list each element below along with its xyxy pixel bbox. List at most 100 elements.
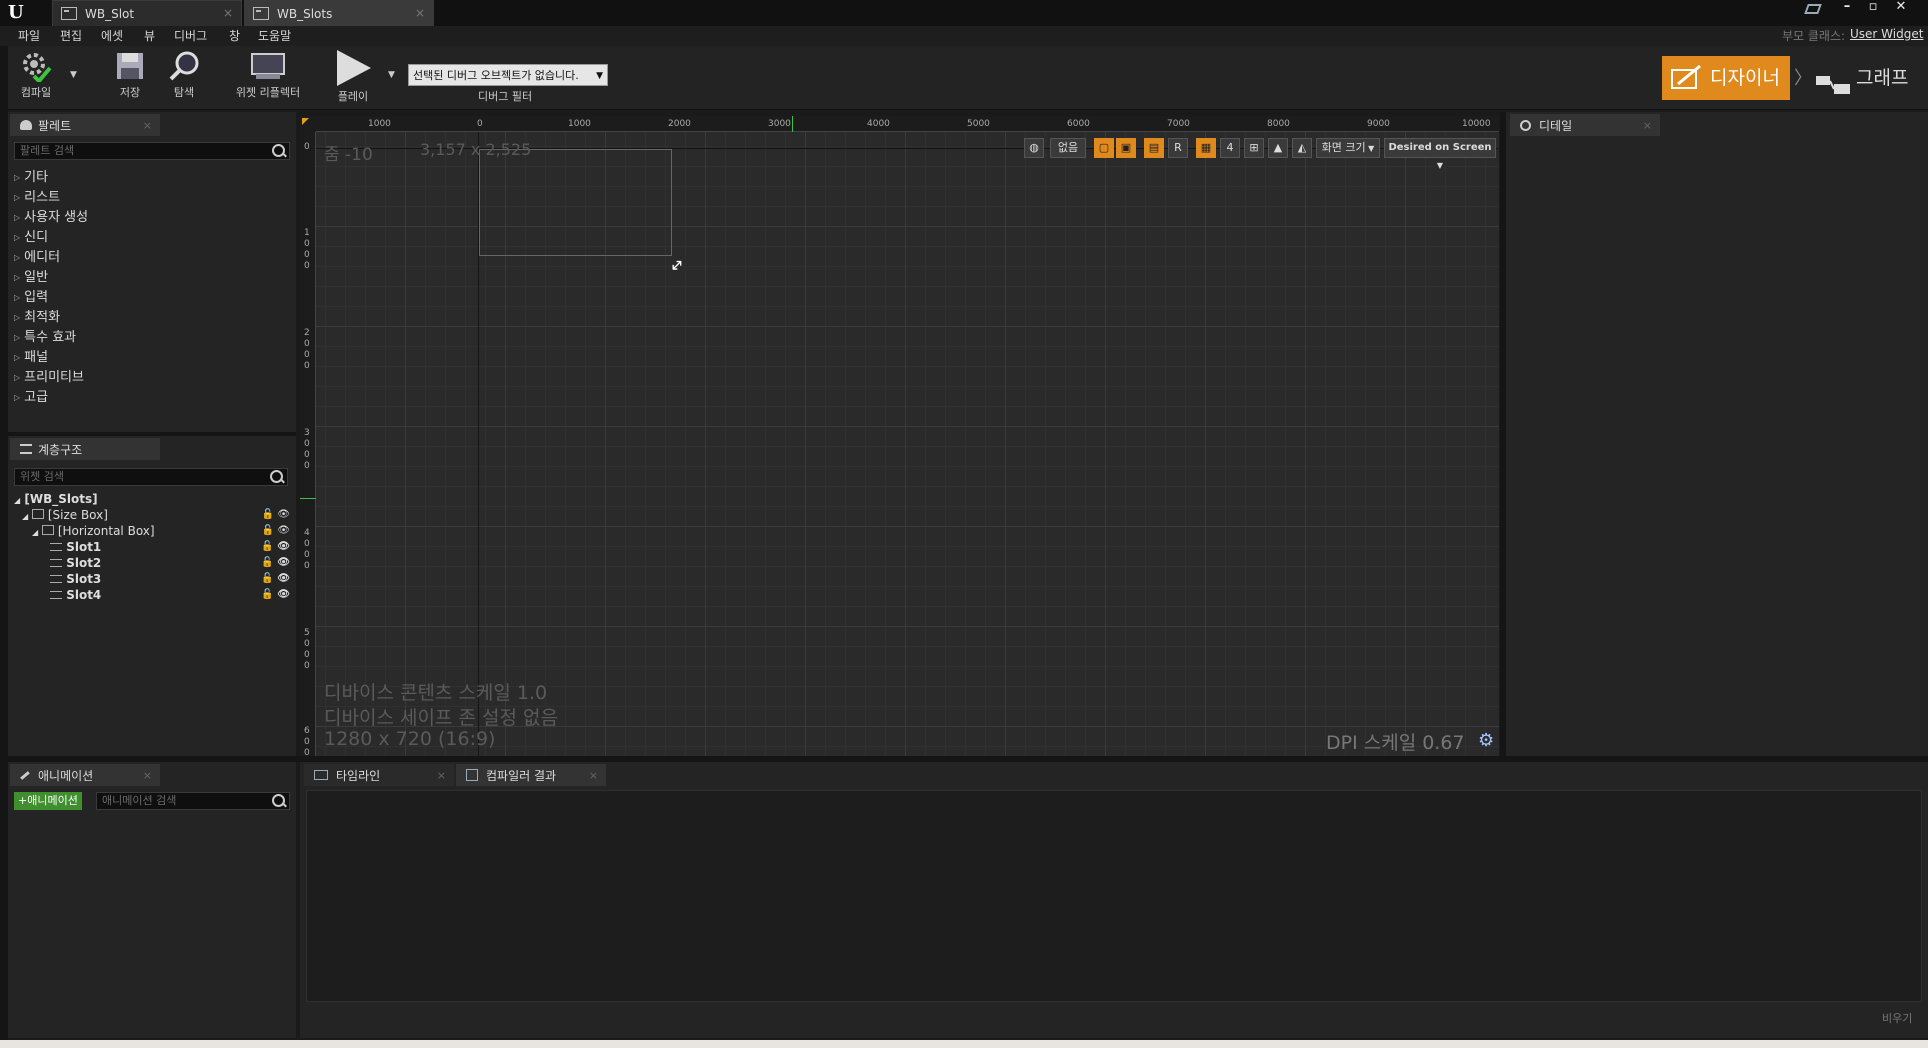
browse-button[interactable]: 탐색 — [164, 50, 204, 100]
lock-icon[interactable]: 🔓 — [261, 541, 273, 552]
maximize-button[interactable]: ▫ — [1860, 0, 1886, 14]
lock-icon[interactable]: 🔓 — [262, 509, 274, 520]
designer-canvas[interactable]: ↕ 줌 -10 3,157 x 2,525 디바이스 콘텐츠 스케일 1.0 디… — [316, 132, 1499, 756]
close-icon[interactable]: × — [415, 6, 425, 20]
menu-asset[interactable]: 에셋 — [101, 27, 123, 44]
bottom-edge — [0, 1040, 1928, 1048]
expand-arrow-icon[interactable]: ◢ — [22, 512, 28, 521]
animation-search-input[interactable]: 애니메이션 검색 — [96, 792, 290, 810]
background-image-button[interactable]: ▲ — [1268, 138, 1288, 158]
menu-debug[interactable]: 디버그 — [174, 27, 207, 44]
widget-bounds-box[interactable] — [479, 149, 672, 256]
zoom-to-fit-button[interactable]: ⊞ — [1244, 138, 1264, 158]
resize-handle-icon[interactable]: ↕ — [665, 254, 688, 277]
menu-window[interactable]: 창 — [229, 27, 240, 44]
palette-category[interactable]: 일반 — [14, 266, 284, 286]
lock-toggle-button[interactable]: ▣ — [1116, 138, 1136, 158]
grid-size-button[interactable]: 4 — [1220, 138, 1240, 158]
hierarchy-search-input[interactable]: 위젯 검색 — [14, 468, 288, 486]
graph-mode-button[interactable]: 그래프 — [1812, 56, 1922, 100]
eye-icon[interactable]: 👁 — [277, 541, 290, 552]
add-animation-button[interactable]: +애니메이션 — [14, 792, 82, 810]
tab-hierarchy[interactable]: 계층구조 — [10, 438, 160, 460]
doc-tab-wb-slots[interactable]: WB_Slots × — [244, 0, 434, 26]
palette-category[interactable]: 에디터 — [14, 246, 284, 266]
palette-category[interactable]: 프리미티브 — [14, 366, 284, 386]
tab-animation[interactable]: 애니메이션 × — [10, 764, 160, 786]
close-icon[interactable]: × — [143, 769, 152, 782]
palette-category-list: 기타 리스트 사용자 생성 신디 에디터 일반 입력 최적화 특수 효과 패널 … — [14, 166, 284, 406]
tab-compiler-results[interactable]: 컴파일러 결과 × — [456, 764, 606, 786]
palette-search-input[interactable]: 팔레트 검색 — [14, 142, 290, 160]
ruler-tick: 2000 — [668, 119, 691, 129]
doc-tab-wb-slot[interactable]: WB_Slot × — [52, 0, 242, 26]
eye-icon[interactable]: 👁 — [277, 589, 290, 600]
palette-category[interactable]: 입력 — [14, 286, 284, 306]
lock-icon[interactable]: 🔓 — [261, 573, 273, 584]
lock-icon[interactable]: 🔓 — [262, 525, 274, 536]
lock-icon[interactable]: 🔓 — [261, 557, 273, 568]
eye-icon[interactable]: 👁 — [277, 573, 290, 584]
palette-category[interactable]: 특수 효과 — [14, 326, 284, 346]
respect-locks-button[interactable]: R — [1168, 138, 1188, 158]
compile-button[interactable]: 컴파일 — [14, 50, 58, 100]
save-button[interactable]: 저장 — [110, 50, 150, 100]
close-icon[interactable]: × — [437, 769, 446, 782]
eye-icon[interactable]: 👁 — [277, 509, 290, 520]
palette-category[interactable]: 최적화 — [14, 306, 284, 326]
fill-mode-dropdown[interactable]: Desired on Screen ▼ — [1384, 138, 1496, 170]
close-icon[interactable]: × — [143, 119, 152, 132]
close-icon[interactable]: × — [589, 769, 598, 782]
dpi-settings-gear-icon[interactable]: ⚙ — [1478, 730, 1494, 751]
tree-item-horizontal-box[interactable]: ◢ [Horizontal Box] 🔓 👁 — [14, 524, 290, 540]
palette-category[interactable]: 고급 — [14, 386, 284, 406]
menu-help[interactable]: 도움말 — [258, 27, 291, 44]
close-icon[interactable]: × — [223, 6, 233, 20]
menu-view[interactable]: 뷰 — [144, 27, 155, 44]
widget-reflector-button[interactable]: 위젯 리플렉터 — [228, 50, 308, 100]
layout-toggle-button[interactable]: ▤ — [1144, 138, 1164, 158]
palette-category[interactable]: 사용자 생성 — [14, 206, 284, 226]
expand-arrow-icon[interactable]: ◢ — [14, 496, 20, 505]
palette-category[interactable]: 패널 — [14, 346, 284, 366]
designer-mode-button[interactable]: 디자이너 — [1662, 56, 1790, 100]
tab-timeline[interactable]: 타임라인 × — [304, 764, 454, 786]
tab-palette[interactable]: 팔레트 × — [10, 114, 160, 136]
tab-hierarchy-label: 계층구조 — [38, 442, 83, 457]
palette-category[interactable]: 기타 — [14, 166, 284, 186]
select-mode-button[interactable]: ▢ — [1094, 138, 1114, 158]
lock-icon[interactable]: 🔓 — [261, 589, 273, 600]
flip-preview-button[interactable]: ◭ — [1292, 138, 1312, 158]
palette-category[interactable]: 리스트 — [14, 186, 284, 206]
tree-item-slot4[interactable]: Slot4 🔓 👁 — [14, 588, 290, 604]
close-button[interactable]: ✕ — [1888, 0, 1914, 14]
grid-snap-button[interactable]: ▦ — [1196, 138, 1216, 158]
screen-size-dropdown[interactable]: 화면 크기 ▼ — [1316, 138, 1380, 158]
localization-none-select[interactable]: 없음 — [1050, 138, 1086, 158]
localization-globe-button[interactable]: ◍ — [1024, 138, 1044, 158]
tab-details[interactable]: 디테일 × — [1510, 114, 1660, 136]
minimize-button[interactable]: – — [1834, 0, 1860, 14]
widget-blueprint-icon — [61, 7, 77, 20]
tree-item-slot3[interactable]: Slot3 🔓 👁 — [14, 572, 290, 588]
debug-object-select[interactable]: 선택된 디버그 오브젝트가 없습니다. ▼ — [408, 64, 608, 86]
close-icon[interactable]: × — [1643, 119, 1652, 132]
clear-button[interactable]: 비우기 — [1882, 1010, 1912, 1026]
eye-icon[interactable]: 👁 — [277, 557, 290, 568]
tree-item-slot1[interactable]: Slot1 🔓 👁 — [14, 540, 290, 556]
compile-dropdown-icon[interactable]: ▼ — [70, 70, 77, 80]
menu-file[interactable]: 파일 — [18, 27, 40, 44]
eye-icon[interactable]: 👁 — [277, 525, 290, 536]
expand-arrow-icon[interactable]: ◢ — [32, 528, 38, 537]
ruler-tick: 7000 — [1167, 119, 1190, 129]
tree-item-slot2[interactable]: Slot2 🔓 👁 — [14, 556, 290, 572]
unreal-logo[interactable]: U — [8, 2, 28, 23]
palette-category[interactable]: 신디 — [14, 226, 284, 246]
compiler-output-area[interactable] — [306, 790, 1922, 1002]
menu-edit[interactable]: 편집 — [60, 27, 82, 44]
tree-item-root[interactable]: ◢ [WB_Slots] — [14, 492, 290, 508]
play-button[interactable]: 플레이 — [330, 50, 376, 104]
tree-item-size-box[interactable]: ◢ [Size Box] 🔓 👁 — [14, 508, 290, 524]
play-dropdown-icon[interactable]: ▼ — [388, 70, 395, 80]
parent-class-value[interactable]: User Widget — [1850, 27, 1923, 41]
